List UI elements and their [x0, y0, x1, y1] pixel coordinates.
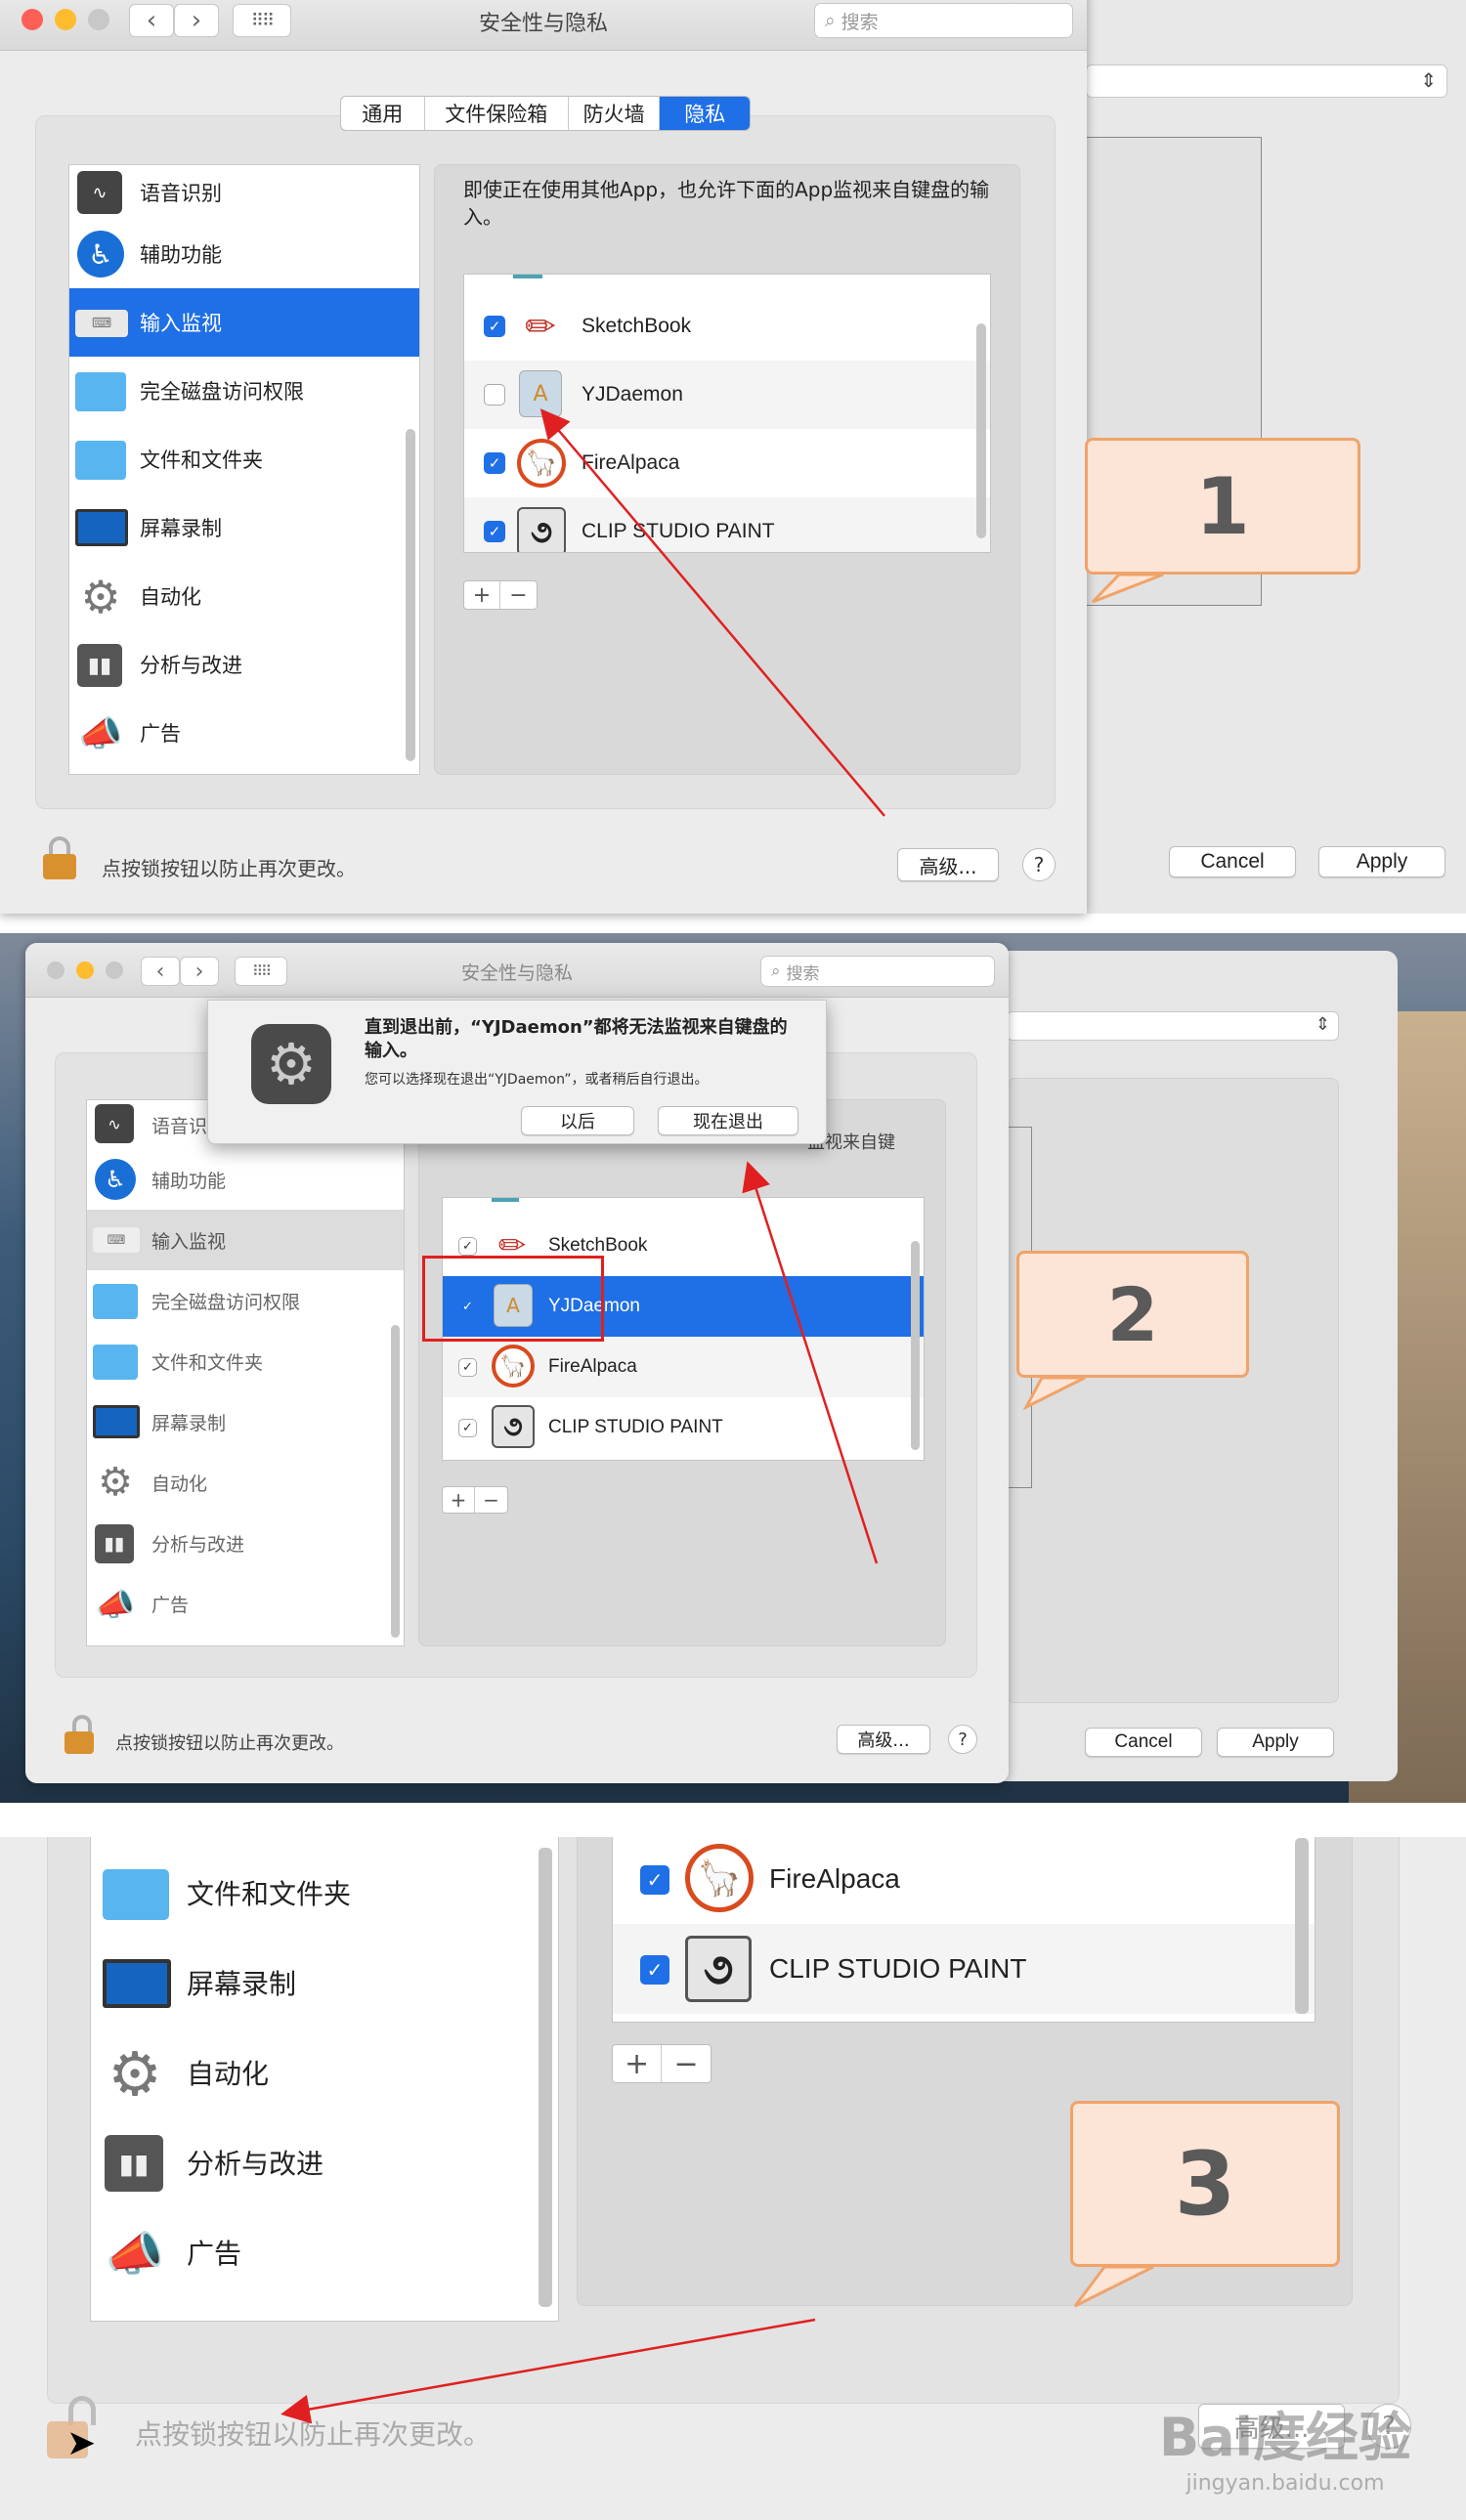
arrow-3: [280, 2318, 816, 2424]
callout-3-tail: [1073, 2265, 1154, 2308]
arrow-1: [539, 408, 885, 817]
annotation-overlay: [280, 408, 1164, 2424]
callout-2-tail: [1022, 1376, 1086, 1411]
arrow-2: [742, 1161, 879, 1564]
callout-1-tail: [1091, 573, 1164, 604]
